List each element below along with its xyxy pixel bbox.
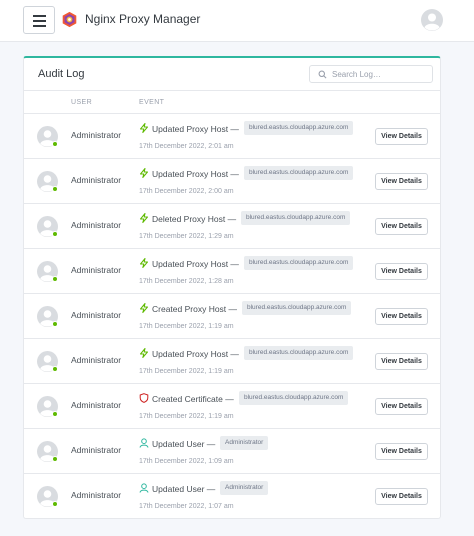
event-date: 17th December 2022, 1:19 am — [139, 323, 234, 330]
event-target-tag: blured.eastus.cloudapp.azure.com — [244, 256, 354, 270]
event-action: Updated Proxy Host — — [152, 349, 239, 359]
row-user: Administrator — [71, 400, 122, 410]
shield-icon — [139, 393, 149, 403]
event-action: Updated Proxy Host — — [152, 169, 239, 179]
table-row: Administrator Updated Proxy Host — blured.… — [24, 113, 440, 158]
user-icon — [139, 483, 149, 493]
lightning-icon — [140, 348, 148, 358]
event-action: Created Proxy Host — — [152, 304, 238, 314]
view-details-button[interactable]: View Details — [375, 443, 428, 460]
event-action: Updated User — — [152, 484, 216, 494]
audit-log-card: Audit Log USER EVENT Administrator Update… — [23, 56, 441, 519]
event-action: Created Certificate — — [152, 394, 234, 404]
card-title: Audit Log — [38, 68, 85, 80]
event-target-tag: blured.eastus.cloudapp.azure.com — [244, 121, 354, 135]
event-action: Updated Proxy Host — — [152, 124, 239, 134]
online-status-dot — [52, 141, 58, 147]
online-status-dot — [52, 321, 58, 327]
event-target-tag: Administrator — [220, 481, 269, 495]
top-navbar: Nginx Proxy Manager — [0, 0, 474, 42]
row-user: Administrator — [71, 355, 122, 365]
row-user: Administrator — [71, 490, 122, 500]
lightning-icon — [140, 213, 148, 223]
view-details-button[interactable]: View Details — [375, 173, 428, 190]
brand-title: Nginx Proxy Manager — [85, 12, 201, 26]
table-row: Administrator Updated User — Administrator… — [24, 428, 440, 473]
row-user: Administrator — [71, 265, 122, 275]
online-status-dot — [52, 411, 58, 417]
row-user: Administrator — [71, 130, 122, 140]
audit-log-rows: Administrator Updated Proxy Host — blured.… — [24, 113, 440, 518]
event-date: 17th December 2022, 2:00 am — [139, 188, 234, 195]
table-row: Administrator Updated Proxy Host — blured.… — [24, 158, 440, 203]
search-input[interactable] — [332, 67, 430, 81]
event-date: 17th December 2022, 1:29 am — [139, 233, 234, 240]
row-user: Administrator — [71, 445, 122, 455]
event-date: 17th December 2022, 1:19 am — [139, 413, 234, 420]
online-status-dot — [52, 366, 58, 372]
user-avatar-icon[interactable] — [421, 9, 443, 31]
hamburger-icon — [33, 15, 46, 17]
event-date: 17th December 2022, 1:07 am — [139, 503, 234, 510]
table-row: Administrator Updated Proxy Host — blured.… — [24, 248, 440, 293]
online-status-dot — [52, 501, 58, 507]
column-header-user: USER — [71, 99, 93, 106]
search-icon — [318, 70, 327, 79]
view-details-button[interactable]: View Details — [375, 398, 428, 415]
event-target-tag: blured.eastus.cloudapp.azure.com — [239, 391, 349, 405]
row-user: Administrator — [71, 175, 122, 185]
lightning-icon — [140, 258, 148, 268]
view-details-button[interactable]: View Details — [375, 488, 428, 505]
table-row: Administrator Deleted Proxy Host — blured.… — [24, 203, 440, 248]
table-row: Administrator Updated Proxy Host — blured.… — [24, 338, 440, 383]
view-details-button[interactable]: View Details — [375, 353, 428, 370]
header-divider — [24, 90, 440, 91]
lightning-icon — [140, 168, 148, 178]
lightning-icon — [140, 123, 148, 133]
view-details-button[interactable]: View Details — [375, 218, 428, 235]
online-status-dot — [52, 186, 58, 192]
table-row: Administrator Created Certificate — blured… — [24, 383, 440, 428]
user-icon — [139, 438, 149, 448]
event-target-tag: blured.eastus.cloudapp.azure.com — [244, 166, 354, 180]
event-target-tag: blured.eastus.cloudapp.azure.com — [242, 301, 352, 315]
view-details-button[interactable]: View Details — [375, 308, 428, 325]
event-target-tag: blured.eastus.cloudapp.azure.com — [244, 346, 354, 360]
table-row: Administrator Created Proxy Host — blured.… — [24, 293, 440, 338]
row-user: Administrator — [71, 220, 122, 230]
view-details-button[interactable]: View Details — [375, 128, 428, 145]
search-box — [309, 65, 433, 83]
event-action: Updated User — — [152, 439, 216, 449]
row-user: Administrator — [71, 310, 122, 320]
online-status-dot — [52, 231, 58, 237]
event-date: 17th December 2022, 1:19 am — [139, 368, 234, 375]
event-action: Updated Proxy Host — — [152, 259, 239, 269]
event-date: 17th December 2022, 1:09 am — [139, 458, 234, 465]
column-header-event: EVENT — [139, 99, 165, 106]
online-status-dot — [52, 456, 58, 462]
menu-toggle-button[interactable] — [23, 6, 55, 34]
lightning-icon — [140, 303, 148, 313]
event-date: 17th December 2022, 2:01 am — [139, 143, 234, 150]
event-target-tag: blured.eastus.cloudapp.azure.com — [241, 211, 351, 225]
event-target-tag: Administrator — [220, 436, 269, 450]
view-details-button[interactable]: View Details — [375, 263, 428, 280]
event-action: Deleted Proxy Host — — [152, 214, 237, 224]
event-date: 17th December 2022, 1:28 am — [139, 278, 234, 285]
nginx-proxy-manager-logo — [62, 11, 77, 28]
online-status-dot — [52, 276, 58, 282]
table-row: Administrator Updated User — Administrator… — [24, 473, 440, 518]
